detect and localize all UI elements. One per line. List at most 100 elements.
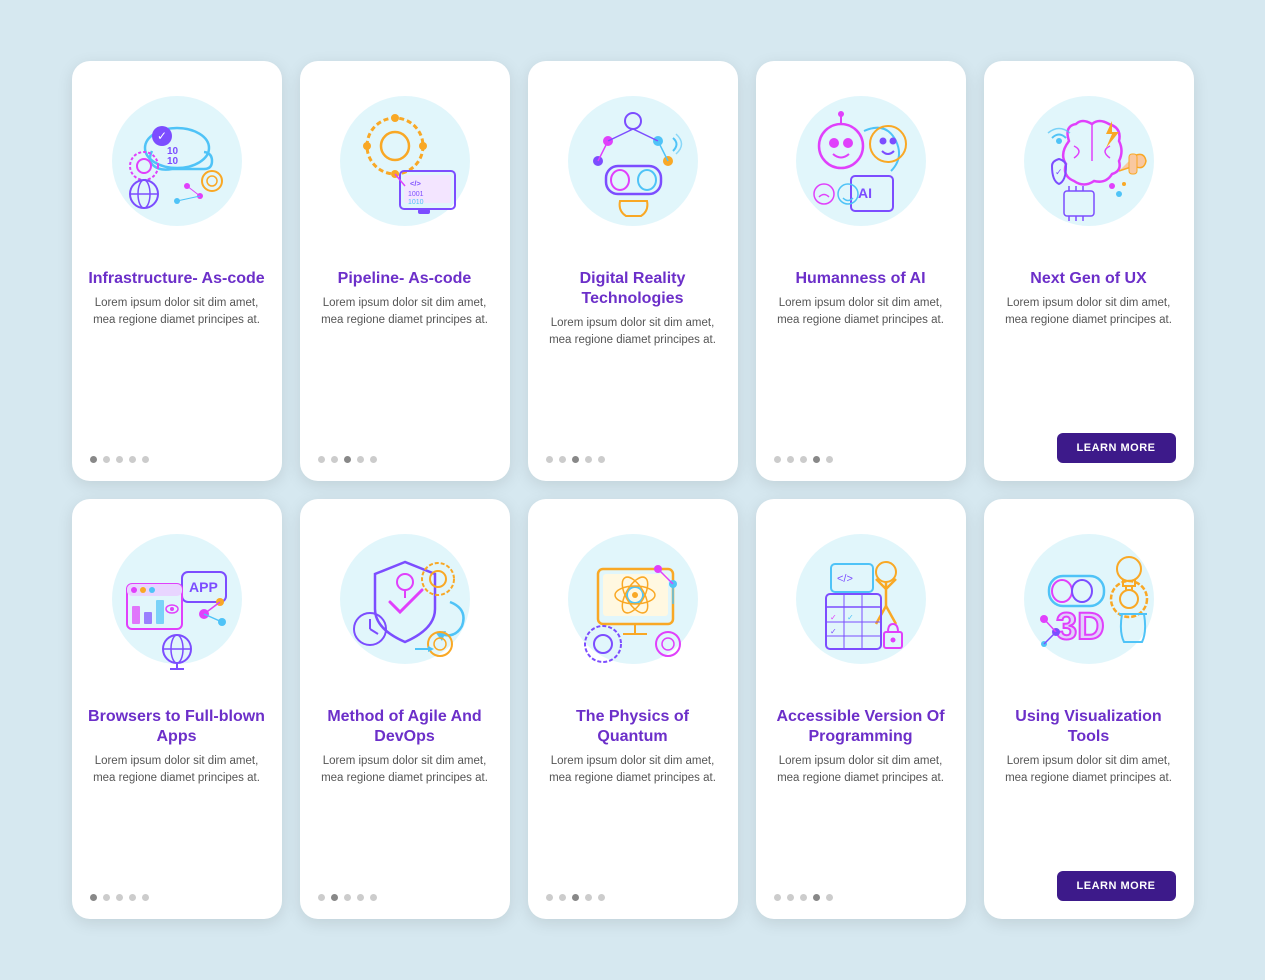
dot [344,894,351,901]
card-quantum: The Physics of Quantum Lorem ipsum dolor… [528,499,738,919]
card-infrastructure: 10 10 ✓ Infrastructure- As-code [72,61,282,481]
card-body-7: Lorem ipsum dolor sit dim amet, mea regi… [300,753,510,880]
card-title-9: Accessible Version Of Programming [756,699,966,753]
card-body-8: Lorem ipsum dolor sit dim amet, mea regi… [528,753,738,880]
dot [357,456,364,463]
card-title-10: Using Visualization Tools [984,699,1194,753]
card-footer-10: LEARN MORE [984,859,1194,901]
card-title-6: Browsers to Full-blown Apps [72,699,282,753]
card-humanness-ai: AI Humanness of AI Lorem ipsum dolor sit… [756,61,966,481]
dot [572,456,579,463]
svg-text:1001: 1001 [408,191,424,198]
dot [546,456,553,463]
dot [129,456,136,463]
svg-text:✓: ✓ [830,627,837,636]
dot [90,894,97,901]
dot [787,894,794,901]
card-body-10: Lorem ipsum dolor sit dim amet, mea regi… [984,753,1194,859]
illustration-visualization: 3D 3D [984,499,1194,699]
dot [800,456,807,463]
dot [318,456,325,463]
dot [585,456,592,463]
card-title-2: Pipeline- As-code [322,261,488,295]
svg-text:</>: </> [837,573,853,585]
dot [370,894,377,901]
illustration-agile [300,499,510,699]
card-title-7: Method of Agile And DevOps [300,699,510,753]
card-body-1: Lorem ipsum dolor sit dim amet, mea regi… [72,295,282,442]
dot [103,456,110,463]
svg-text:✓: ✓ [157,129,167,143]
dots-7 [300,894,510,901]
dot [370,456,377,463]
svg-text:✓: ✓ [830,613,837,622]
card-body-9: Lorem ipsum dolor sit dim amet, mea regi… [756,753,966,880]
card-agile-devops: Method of Agile And DevOps Lorem ipsum d… [300,499,510,919]
svg-text:</>: </> [410,179,421,188]
illustration-browser: APP [72,499,282,699]
card-body-2: Lorem ipsum dolor sit dim amet, mea regi… [300,295,510,442]
card-footer-5: LEARN MORE [984,421,1194,463]
dot [813,894,820,901]
card-title-5: Next Gen of UX [1014,261,1162,295]
card-body-5: Lorem ipsum dolor sit dim amet, mea regi… [984,295,1194,421]
dots-2 [300,456,510,463]
dots-1 [72,456,282,463]
svg-text:1010: 1010 [408,199,424,206]
dot [546,894,553,901]
dot [813,456,820,463]
dot [559,894,566,901]
dot [129,894,136,901]
card-pipeline: </> 1001 1010 Pipeline- As-code Lorem ip… [300,61,510,481]
card-body-3: Lorem ipsum dolor sit dim amet, mea regi… [528,315,738,442]
dot [331,456,338,463]
card-next-gen-ux: ✓ Next Gen of UX Lorem ipsum dolor sit d… [984,61,1194,481]
svg-text:AI: AI [858,185,872,201]
illustration-infra: 10 10 ✓ [72,61,282,261]
dot [318,894,325,901]
dots-9 [756,894,966,901]
dot [774,894,781,901]
card-title-3: Digital Reality Technologies [528,261,738,315]
dot [357,894,364,901]
illustration-digital [528,61,738,261]
card-body-4: Lorem ipsum dolor sit dim amet, mea regi… [756,295,966,442]
learn-more-button-2[interactable]: LEARN MORE [1057,871,1176,901]
dot [116,894,123,901]
card-programming: ✓ ✓ ✓ </> Accessible Version Of Programm… [756,499,966,919]
illustration-programming: ✓ ✓ ✓ </> [756,499,966,699]
svg-text:✓: ✓ [847,613,854,622]
illustration-quantum [528,499,738,699]
dot [826,894,833,901]
dots-8 [528,894,738,901]
dots-3 [528,456,738,463]
dot [585,894,592,901]
dot [344,456,351,463]
dot [559,456,566,463]
learn-more-button-1[interactable]: LEARN MORE [1057,433,1176,463]
svg-text:✓: ✓ [1055,167,1063,177]
illustration-ai: AI [756,61,966,261]
illustration-pipeline: </> 1001 1010 [300,61,510,261]
dot [598,456,605,463]
dot [142,456,149,463]
illustration-ux: ✓ [984,61,1194,261]
svg-text:10: 10 [167,156,179,167]
card-title-8: The Physics of Quantum [528,699,738,753]
dot [142,894,149,901]
card-visualization: 3D 3D Using Visualizati [984,499,1194,919]
dots-4 [756,456,966,463]
dot [90,456,97,463]
dot [774,456,781,463]
dot [103,894,110,901]
card-digital-reality: Digital Reality Technologies Lorem ipsum… [528,61,738,481]
svg-text:3D: 3D [1056,606,1105,648]
card-title-4: Humanness of AI [779,261,941,295]
dot [826,456,833,463]
dot [598,894,605,901]
dot [800,894,807,901]
svg-text:APP: APP [189,579,218,595]
dots-6 [72,894,282,901]
card-body-6: Lorem ipsum dolor sit dim amet, mea regi… [72,753,282,880]
dot [572,894,579,901]
